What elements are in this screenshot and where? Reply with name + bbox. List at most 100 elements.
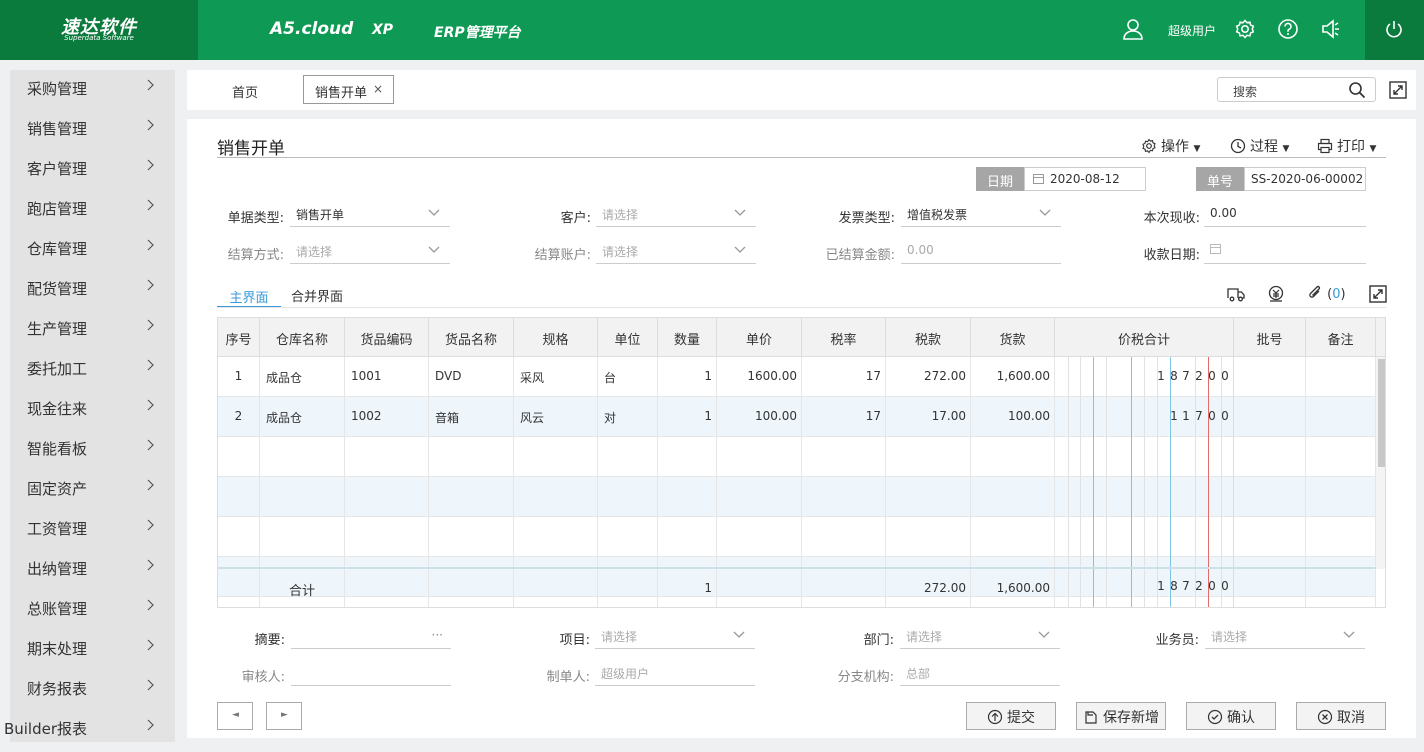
more-icon[interactable]: ··· [432,628,443,642]
chevron-down-icon[interactable] [428,209,440,217]
sidebar-item[interactable]: 财务报表 [10,670,175,710]
fullscreen-icon[interactable] [1389,81,1407,99]
tab-home[interactable]: 首页 [232,82,258,101]
doc-no-field[interactable]: SS-2020-06-00002 [1244,167,1366,191]
confirm-label: 确认 [1227,710,1255,726]
sidebar-item[interactable]: 采购管理 [10,70,175,110]
fullscreen-icon[interactable] [1369,285,1387,303]
prev-button[interactable]: ◄ [217,702,253,730]
product-name: A5.cloud [270,19,354,39]
table-row[interactable]: 1 成品仓 1001 DVD 采风台 1 1600.00 17 272.00 1,600.00 1 8… [218,357,1376,397]
bottom-scrollbar[interactable] [187,738,1416,745]
reviewer-field[interactable] [291,662,451,686]
chevron-down-icon[interactable] [733,631,745,639]
sidebar-item[interactable]: 配货管理 [10,270,175,310]
summary-cell [514,569,598,607]
grid-header: 货品名称 [429,318,514,357]
grid-cell [598,437,658,476]
next-button[interactable]: ► [266,702,302,730]
sidebar-item[interactable]: Builder报表 [4,710,175,750]
settle-method-field[interactable]: 请选择 [290,240,450,264]
table-row[interactable] [218,477,1376,517]
project-field[interactable]: 请选择 [595,625,755,649]
gear-icon[interactable] [1234,18,1256,40]
close-icon[interactable]: × [373,82,383,96]
search-icon[interactable] [1348,81,1366,99]
user-icon[interactable] [1122,18,1144,40]
sidebar-item-label: 生产管理 [26,320,87,338]
scrollbar-thumb[interactable] [1378,359,1385,467]
invoice-type-field[interactable]: 增值税发票 [901,203,1061,227]
customer-label: 客户: [560,211,591,226]
grid-cell [658,517,717,556]
grid-cell: 成品仓 [260,397,345,436]
submit-button[interactable]: 提交 [966,702,1056,730]
chevron-down-icon[interactable] [734,209,746,217]
sidebar-item[interactable]: 期末处理 [10,630,175,670]
chevron-down-icon[interactable] [428,246,440,254]
paperclip-icon [1309,285,1321,298]
table-row[interactable] [218,437,1376,477]
sidebar-item[interactable]: 现金往来 [10,390,175,430]
sidebar-item[interactable]: 销售管理 [10,110,175,150]
search-input[interactable]: 搜索 [1217,77,1376,102]
branch-field[interactable]: 总部 [900,662,1060,686]
sidebar-item[interactable]: 工资管理 [10,510,175,550]
settle-account-field[interactable]: 请选择 [596,240,756,264]
process-menu[interactable]: 过程 ▼ [1230,136,1289,156]
sidebar-item[interactable]: 总账管理 [10,590,175,630]
customer-field[interactable]: 请选择 [596,203,756,227]
settled-amount-label: 已结算金额: [825,248,895,263]
logo: 速达软件 Superdata Software [0,0,198,60]
grid-cell [514,437,598,476]
power-button[interactable] [1365,0,1424,60]
cancel-button[interactable]: 取消 [1296,702,1386,730]
customer-value: 请选择 [602,208,639,222]
vertical-scrollbar[interactable] [1376,357,1385,569]
doc-type-field[interactable]: 销售开单 [290,203,450,227]
chevron-down-icon[interactable] [1039,209,1051,217]
operate-menu[interactable]: 操作 ▼ [1141,136,1200,156]
current-user[interactable]: 超级用户 [1168,22,1216,39]
grid-header: 货款 [971,318,1055,357]
money-icon[interactable] [1267,285,1285,303]
confirm-button[interactable]: 确认 [1186,702,1276,730]
table-row[interactable] [218,517,1376,557]
settled-amount-field[interactable]: 0.00 [901,240,1061,264]
tab-main-view[interactable]: 主界面 [217,286,281,308]
grid-cell [1234,437,1306,476]
print-menu[interactable]: 打印 ▼ [1317,136,1376,156]
tab-merge-view[interactable]: 合并界面 [291,286,343,305]
sidebar-item[interactable]: 委托加工 [10,350,175,390]
maker-field[interactable]: 超级用户 [595,662,755,686]
maker-value: 超级用户 [601,667,650,681]
table-row[interactable]: 2 成品仓 1002 音箱 风云对 1 100.00 17 17.00 100.00 1 1 7 0 0 [218,397,1376,437]
cash-received-field[interactable]: 0.00 [1204,203,1366,227]
sidebar-item[interactable]: 仓库管理 [10,230,175,270]
sidebar-item[interactable]: 生产管理 [10,310,175,350]
tab-sales-order[interactable]: 销售开单 × [303,75,394,104]
attachments[interactable]: (0) [1307,285,1346,302]
chevron-down-icon[interactable] [1038,631,1050,639]
sidebar-item[interactable]: 客户管理 [10,150,175,190]
chevron-down-icon[interactable] [734,246,746,254]
speaker-icon[interactable] [1320,18,1342,40]
chevron-down-icon[interactable] [1343,631,1355,639]
help-icon[interactable] [1277,18,1299,40]
calendar-icon [1210,243,1366,254]
truck-icon[interactable] [1227,285,1245,303]
summary-field[interactable]: ··· [291,625,451,649]
sidebar-item[interactable]: 智能看板 [10,430,175,470]
salesman-label: 业务员: [1155,633,1199,648]
date-field[interactable]: 2020-08-12 [1024,167,1146,191]
sidebar-item[interactable]: 出纳管理 [10,550,175,590]
sidebar-item[interactable]: 固定资产 [10,470,175,510]
total-digit: 7 [1182,369,1190,383]
sidebar-item[interactable]: 跑店管理 [10,190,175,230]
grid-header: 规格 [514,318,598,357]
receipt-date-field[interactable] [1204,240,1366,264]
save-new-button[interactable]: 保存新增 [1076,702,1166,730]
department-field[interactable]: 请选择 [900,625,1060,649]
salesman-field[interactable]: 请选择 [1205,625,1365,649]
grid-cell [1234,517,1306,556]
